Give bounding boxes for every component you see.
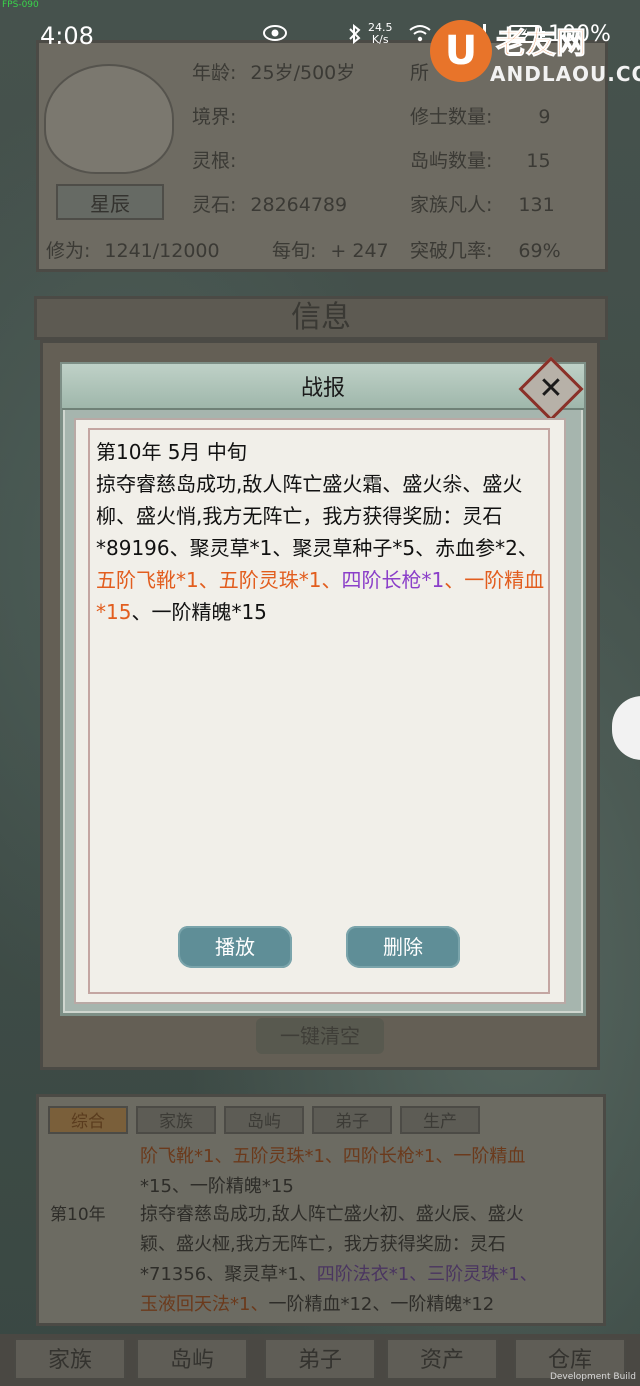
per-period-stat: 每旬: + 247: [272, 240, 389, 262]
realm-stat: 境界:: [192, 106, 237, 128]
log-entry-date: 第10年: [50, 1205, 106, 1225]
watermark-logo-icon: U: [430, 20, 492, 82]
spirit-root-stat: 灵根:: [192, 150, 237, 172]
nav-assets[interactable]: 资产: [386, 1338, 498, 1380]
site-watermark: U 老友网 ANDLAOU.COM: [430, 18, 640, 90]
watermark-url: ANDLAOU.COM: [490, 62, 640, 86]
spirit-stone-stat: 灵石: 28264789: [192, 194, 348, 216]
fps-counter: FPS-090: [2, 0, 39, 10]
cultivator-count-stat: 修士数量: 9: [410, 106, 551, 128]
info-panel-title: 信息: [34, 296, 608, 340]
breakthrough-stat: 突破几率: 69%: [410, 240, 561, 262]
island-count-stat: 岛屿数量: 15: [410, 150, 551, 172]
mortal-count-stat: 家族凡人: 131: [410, 194, 555, 216]
nav-disciples[interactable]: 弟子: [264, 1338, 376, 1380]
clock: 4:08: [40, 22, 94, 50]
log-entry-line: *15、一阶精魄*15: [140, 1176, 294, 1197]
log-entry-line: *71356、聚灵草*1、四阶法衣*1、三阶灵珠*1、: [140, 1264, 538, 1285]
bluetooth-icon: [348, 23, 362, 49]
tab-islands[interactable]: 岛屿: [224, 1106, 304, 1134]
tab-disciples[interactable]: 弟子: [312, 1106, 392, 1134]
avatar: [44, 64, 174, 174]
tab-family[interactable]: 家族: [136, 1106, 216, 1134]
report-body: 掠夺睿慈岛成功,敌人阵亡盛火霜、盛火尜、盛火柳、盛火悄,我方无阵亡，我方获得奖励…: [96, 472, 545, 624]
play-button[interactable]: 播放: [178, 926, 292, 968]
dev-build-label: Development Build: [549, 1372, 636, 1382]
log-entry-line: 玉液回天法*1、一阶精血*12、一阶精魄*12: [140, 1294, 495, 1315]
nav-islands[interactable]: 岛屿: [136, 1338, 248, 1380]
delete-button[interactable]: 删除: [346, 926, 460, 968]
log-entry-line: 颖、盛火桠,我方无阵亡，我方获得奖励：灵石: [140, 1234, 506, 1255]
player-name: 星辰: [56, 184, 164, 220]
net-speed: 24.5 K/s: [368, 21, 393, 46]
report-date: 第10年 5月 中旬: [96, 440, 247, 464]
report-text: 第10年 5月 中旬 掠夺睿慈岛成功,敌人阵亡盛火霜、盛火尜、盛火柳、盛火悄,我…: [96, 436, 546, 628]
eye-icon: [262, 24, 288, 47]
watermark-title: 老友网: [496, 26, 587, 62]
tab-general[interactable]: 综合: [48, 1106, 128, 1134]
dialog-title: 战报: [300, 376, 345, 401]
cultivation-stat: 修为: 1241/12000: [46, 240, 220, 262]
log-entry-line: 阶飞靴*1、五阶灵珠*1、四阶长枪*1、一阶精血: [140, 1146, 526, 1167]
close-icon: ✕: [538, 371, 564, 406]
wifi-icon: [408, 24, 432, 47]
clear-all-button[interactable]: 一键清空: [256, 1018, 384, 1054]
nav-family[interactable]: 家族: [14, 1338, 126, 1380]
log-entry-line: 掠夺睿慈岛成功,敌人阵亡盛火初、盛火辰、盛火: [140, 1204, 524, 1225]
tab-production[interactable]: 生产: [400, 1106, 480, 1134]
